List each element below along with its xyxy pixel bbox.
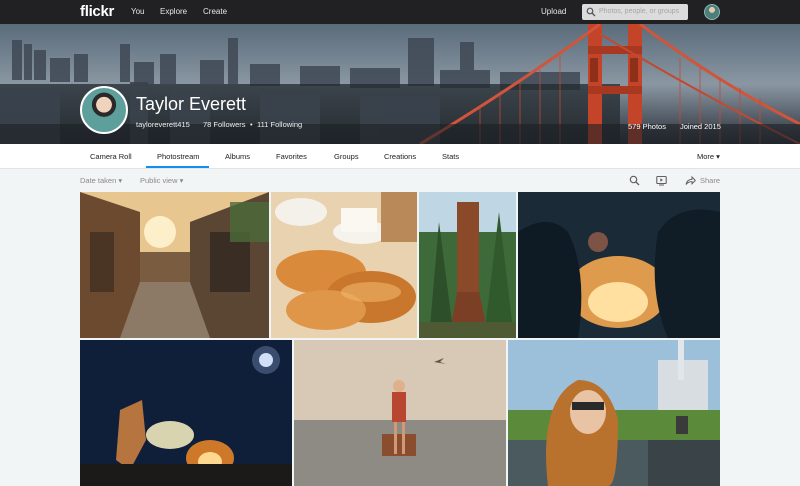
following-link[interactable]: 111 Following (257, 120, 302, 129)
page: flickr You Explore Create Upload Photos,… (0, 0, 800, 486)
profile-tabs: Camera Roll Photostream Albums Favorites… (0, 144, 800, 169)
profile-handle: tayloreverett415 (136, 120, 190, 129)
stat-separator: • (250, 120, 253, 129)
photo-thumbnail[interactable] (80, 340, 292, 486)
date-taken-dropdown[interactable]: Date taken ▾ (80, 176, 122, 185)
profile-name: Taylor Everett (136, 94, 247, 114)
cover-photo: Taylor Everett tayloreverett415 78 Follo… (0, 24, 800, 144)
nav-you[interactable]: You (131, 7, 145, 16)
nav-explore[interactable]: Explore (160, 7, 187, 16)
photo-thumbnail[interactable] (80, 192, 269, 338)
photo-thumbnail[interactable] (508, 340, 720, 486)
flickr-logo[interactable]: flickr (80, 3, 114, 20)
photo-redwood (419, 192, 516, 338)
search-icon[interactable] (629, 175, 640, 186)
followers-link[interactable]: 78 Followers (203, 120, 246, 129)
profile-avatar[interactable] (80, 86, 128, 134)
active-tab-indicator (146, 166, 209, 168)
slideshow-icon[interactable] (656, 175, 667, 186)
share-button[interactable]: Share (700, 176, 720, 185)
more-menu[interactable]: More ▾ (697, 152, 720, 161)
photo-bus-tourist (508, 340, 720, 486)
photo-thumbnail[interactable] (294, 340, 506, 486)
upload-link[interactable]: Upload (541, 7, 566, 16)
photo-alley (80, 192, 269, 338)
photo-thumbnail[interactable] (271, 192, 417, 338)
tab-groups[interactable]: Groups (334, 152, 359, 161)
tab-favorites[interactable]: Favorites (276, 152, 307, 161)
tab-photostream[interactable]: Photostream (157, 152, 200, 161)
search-placeholder: Photos, people, or groups (599, 8, 680, 15)
photo-night-camp (80, 340, 292, 486)
photos-count: 579 Photos (628, 122, 666, 131)
search-input[interactable]: Photos, people, or groups (582, 4, 688, 20)
nav-create[interactable]: Create (203, 7, 227, 16)
search-icon (586, 7, 596, 17)
tab-albums[interactable]: Albums (225, 152, 250, 161)
photo-croissants (271, 192, 417, 338)
tab-camera-roll[interactable]: Camera Roll (90, 152, 132, 161)
public-view-dropdown[interactable]: Public view ▾ (140, 176, 183, 185)
photo-campfire-friends (518, 192, 720, 338)
photo-suitcase-girl (294, 340, 506, 486)
share-arrow-icon[interactable] (685, 175, 696, 186)
photo-thumbnail[interactable] (419, 192, 516, 338)
top-nav: flickr You Explore Create Upload Photos,… (0, 0, 800, 24)
photo-thumbnail[interactable] (518, 192, 720, 338)
tab-stats[interactable]: Stats (442, 152, 459, 161)
photostream-toolbar: Date taken ▾ Public view ▾ Share (0, 169, 800, 191)
joined-date: Joined 2015 (680, 122, 721, 131)
user-avatar[interactable] (704, 4, 720, 20)
tab-creations[interactable]: Creations (384, 152, 416, 161)
